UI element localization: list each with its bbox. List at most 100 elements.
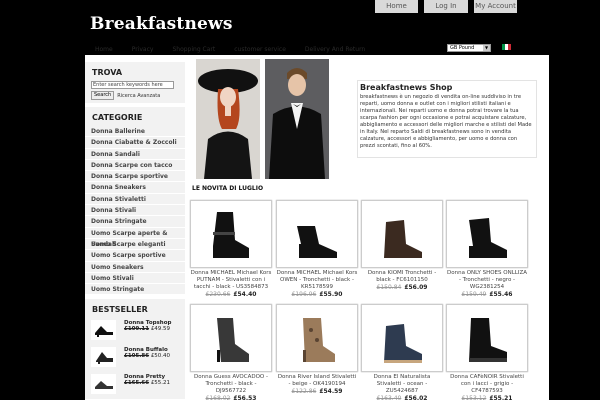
hero-woman-image[interactable]: [196, 59, 260, 179]
bestseller-price: £50.40: [150, 353, 171, 360]
product-sale-price: £56.09: [404, 284, 428, 291]
currency-value: GB Pound: [450, 45, 475, 51]
category-link[interactable]: Donna Sneakers: [85, 182, 185, 194]
category-link[interactable]: Donna Sandali: [85, 149, 185, 160]
search-title: TROVA: [92, 68, 123, 77]
site-logo[interactable]: Breakfastnews: [90, 14, 233, 34]
top-links: Home Log In My Account: [375, 0, 517, 13]
categories-box: CATEGORIE Donna Ballerine Donna Ciabatte …: [85, 107, 185, 296]
category-link[interactable]: Uomo Scarpe aperte & Sandali: [85, 228, 185, 248]
product-name[interactable]: Donna CAFèNOIR Stivaletti con i lacci - …: [446, 374, 528, 395]
nav-delivery-return[interactable]: Delivery And Return: [305, 46, 365, 55]
product-price: £196.96 £55.90: [276, 291, 358, 298]
product-sale-price: £55.46: [489, 291, 513, 298]
product-sale-price: £56.53: [233, 395, 257, 400]
product-card[interactable]: Donna KIOMI Tronchetti - black - FC61011…: [361, 200, 446, 291]
new-arrivals-title: LE NOVITA DI LUGLIO: [192, 185, 264, 192]
product-card[interactable]: Donna CAFèNOIR Stivaletti con i lacci - …: [446, 304, 531, 400]
product-price: £163.40 £56.02: [361, 395, 443, 400]
shop-info-box: Breakfastnews Shop breakfastnews è un ne…: [357, 80, 537, 158]
category-link[interactable]: Donna Stringate: [85, 216, 185, 228]
nav-shopping-cart[interactable]: Shopping Cart: [172, 46, 215, 55]
product-sale-price: £54.59: [319, 388, 343, 395]
heel-sandal-icon[interactable]: [91, 374, 116, 395]
sidebar: TROVA Enter search keywords here Search …: [85, 62, 185, 400]
bestseller-item[interactable]: Donna Topshop £109.11 £49.59: [85, 318, 185, 345]
shop-description: breakfastnews è un negozio di vendita on…: [360, 94, 532, 149]
categories-title: CATEGORIE: [92, 113, 143, 122]
bestseller-item[interactable]: Donna Pretty £165.66 £55.21: [85, 372, 185, 399]
nav-privacy[interactable]: Privacy: [132, 46, 154, 55]
category-link[interactable]: Donna Stivaletti: [85, 194, 185, 206]
bestseller-price: £49.59: [150, 326, 171, 333]
category-link[interactable]: Uomo Scarpe eleganti: [85, 239, 185, 251]
heel-sandal-icon[interactable]: [91, 320, 116, 341]
category-link[interactable]: Donna Scarpe con tacco: [85, 160, 185, 172]
main-content: TROVA Enter search keywords here Search …: [85, 55, 549, 400]
product-price: £159.49 £55.46: [446, 291, 528, 298]
bestseller-box: BESTSELLER Donna Topshop £109.11 £49.59 …: [85, 299, 185, 400]
product-old-price: £230.66: [205, 291, 231, 298]
product-old-price: £168.02: [205, 395, 231, 400]
flat-bootie-icon[interactable]: [361, 200, 443, 268]
search-button[interactable]: Search: [91, 91, 115, 100]
category-link[interactable]: Donna Stivali: [85, 205, 185, 217]
chevron-down-icon: ▼: [483, 45, 490, 51]
product-name[interactable]: Donna Guess AVOCADOO - Tronchetti - blac…: [190, 374, 272, 395]
product-price: £230.66 £54.40: [190, 291, 272, 298]
product-card[interactable]: Donna Guess AVOCADOO - Tronchetti - blac…: [190, 304, 275, 400]
product-name[interactable]: Donna MICHAEL Michael Kors OWEN - Tronch…: [276, 270, 358, 291]
heel-bootie-icon[interactable]: [276, 200, 358, 268]
block-bootie-icon[interactable]: [446, 200, 528, 268]
wedge-bootie-icon[interactable]: [190, 200, 272, 268]
currency-select[interactable]: GB Pound ▼: [447, 44, 491, 52]
bestseller-item[interactable]: Donna Buffalo £105.86 £50.40: [85, 345, 185, 372]
category-link[interactable]: Donna Ciabatte & Zoccoli: [85, 137, 185, 149]
product-card[interactable]: Donna El Naturalista Stivaletti - ocean …: [361, 304, 446, 400]
product-old-price: £122.86: [291, 388, 317, 395]
product-name[interactable]: Donna MICHAEL Michael Kors PUTNAM - Stiv…: [190, 270, 272, 291]
combat-boot-icon[interactable]: [446, 304, 528, 372]
italian-flag-icon[interactable]: [502, 44, 511, 50]
heel-sandal-icon[interactable]: [91, 347, 116, 368]
lace-bootie-icon[interactable]: [361, 304, 443, 372]
product-price: £168.02 £56.53: [190, 395, 272, 400]
product-name[interactable]: Donna ONLY SHOES ONLLIZA - Tronchetti - …: [446, 270, 528, 291]
category-link[interactable]: Donna Ballerine: [85, 126, 185, 138]
product-sale-price: £55.21: [489, 395, 513, 400]
product-sale-price: £56.02: [404, 395, 428, 400]
nav-home[interactable]: Home: [95, 46, 113, 55]
snake-bootie-icon[interactable]: [276, 304, 358, 372]
product-price: £122.86 £54.59: [276, 388, 358, 395]
product-name[interactable]: Donna KIOMI Tronchetti - black - FC61011…: [361, 270, 443, 284]
product-old-price: £163.40: [376, 395, 402, 400]
nav-customer-service[interactable]: customer service: [234, 46, 286, 55]
product-old-price: £159.49: [461, 291, 487, 298]
home-link[interactable]: Home: [375, 0, 418, 13]
bestseller-old-price: £109.11: [124, 326, 150, 333]
category-link[interactable]: Uomo Sneakers: [85, 262, 185, 273]
login-link[interactable]: Log In: [424, 0, 468, 13]
bestseller-old-price: £165.66: [124, 380, 150, 387]
product-name[interactable]: Donna River Island Stivaletti - beige - …: [276, 374, 358, 388]
hero-man-image[interactable]: [265, 59, 329, 179]
category-link[interactable]: Uomo Stringate: [85, 284, 185, 296]
product-sale-price: £54.40: [233, 291, 257, 298]
product-price: £150.84 £56.09: [361, 284, 443, 291]
product-card[interactable]: Donna MICHAEL Michael Kors PUTNAM - Stiv…: [190, 200, 275, 298]
category-link[interactable]: Uomo Stivali: [85, 273, 185, 285]
product-name[interactable]: Donna El Naturalista Stivaletti - ocean …: [361, 374, 443, 395]
product-card[interactable]: Donna MICHAEL Michael Kors OWEN - Tronch…: [276, 200, 361, 298]
product-card[interactable]: Donna ONLY SHOES ONLLIZA - Tronchetti - …: [446, 200, 531, 298]
bestseller-old-price: £105.86: [124, 353, 150, 360]
search-input[interactable]: Enter search keywords here: [91, 81, 174, 89]
category-link[interactable]: Uomo Scarpe sportive: [85, 250, 185, 262]
product-old-price: £150.84: [376, 284, 402, 291]
mesh-bootie-icon[interactable]: [190, 304, 272, 372]
product-price: £153.12 £55.21: [446, 395, 528, 400]
category-link[interactable]: Donna Scarpe sportive: [85, 171, 185, 183]
product-card[interactable]: Donna River Island Stivaletti - beige - …: [276, 304, 361, 395]
bestseller-title: BESTSELLER: [92, 305, 148, 315]
account-link[interactable]: My Account: [474, 0, 517, 13]
advanced-search-link[interactable]: Ricerca Avanzata: [117, 93, 160, 99]
